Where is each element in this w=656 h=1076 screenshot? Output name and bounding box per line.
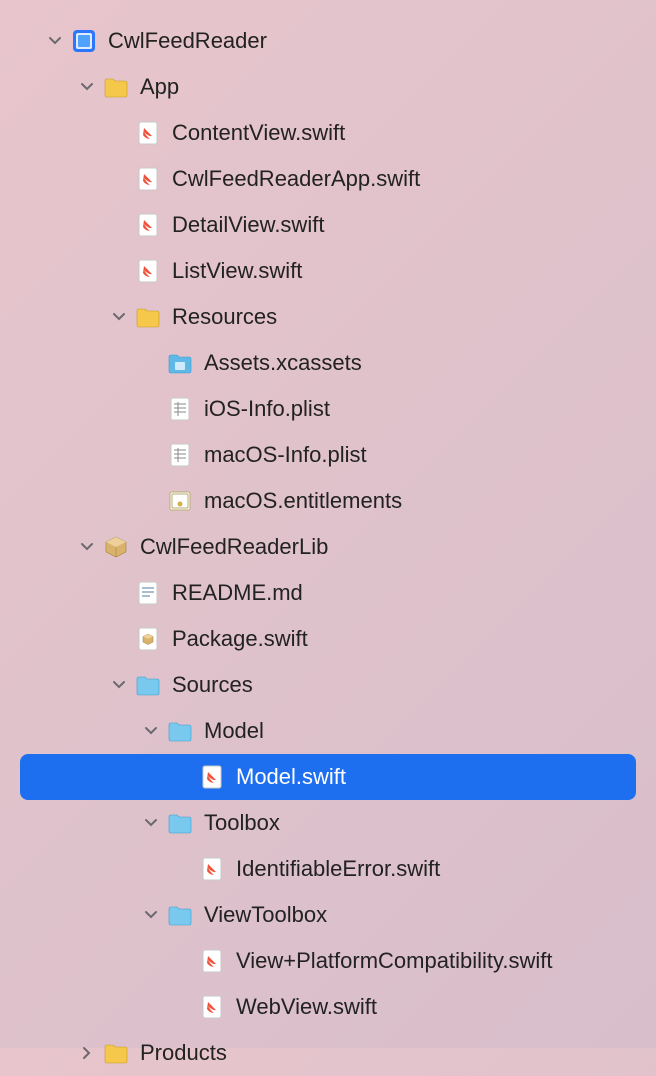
tree-item-label: ViewToolbox bbox=[204, 902, 327, 928]
swift-file-icon bbox=[198, 763, 226, 791]
tree-row-assets[interactable]: Assets.xcassets bbox=[20, 340, 636, 386]
xcode-project-icon bbox=[70, 27, 98, 55]
tree-row-macos-info[interactable]: macOS-Info.plist bbox=[20, 432, 636, 478]
tree-item-label: IdentifiableError.swift bbox=[236, 856, 440, 882]
tree-item-label: macOS-Info.plist bbox=[204, 442, 367, 468]
folder-icon bbox=[166, 809, 194, 837]
tree-row-ios-info[interactable]: iOS-Info.plist bbox=[20, 386, 636, 432]
tree-item-label: ListView.swift bbox=[172, 258, 302, 284]
swift-file-icon bbox=[134, 119, 162, 147]
tree-item-label: View+PlatformCompatibility.swift bbox=[236, 948, 552, 974]
tree-row-webview[interactable]: WebView.swift bbox=[20, 984, 636, 1030]
disclosure-spacer bbox=[174, 860, 192, 878]
tree-item-label: Model.swift bbox=[236, 764, 346, 790]
tree-item-label: CwlFeedReaderLib bbox=[140, 534, 328, 560]
disclosure-spacer bbox=[142, 400, 160, 418]
chevron-down-icon[interactable] bbox=[46, 32, 64, 50]
tree-item-label: Assets.xcassets bbox=[204, 350, 362, 376]
disclosure-spacer bbox=[110, 216, 128, 234]
swift-file-icon bbox=[134, 211, 162, 239]
tree-item-label: Products bbox=[140, 1040, 227, 1066]
entitlements-file-icon bbox=[166, 487, 194, 515]
tree-item-label: iOS-Info.plist bbox=[204, 396, 330, 422]
tree-row-project[interactable]: CwlFeedReader bbox=[20, 18, 636, 64]
tree-item-label: Sources bbox=[172, 672, 253, 698]
disclosure-spacer bbox=[142, 446, 160, 464]
tree-item-label: Package.swift bbox=[172, 626, 308, 652]
swift-file-icon bbox=[134, 165, 162, 193]
tree-row-resources-folder[interactable]: Resources bbox=[20, 294, 636, 340]
tree-item-label: README.md bbox=[172, 580, 303, 606]
disclosure-spacer bbox=[174, 768, 192, 786]
chevron-down-icon[interactable] bbox=[142, 814, 160, 832]
chevron-right-icon[interactable] bbox=[78, 1044, 96, 1062]
chevron-down-icon[interactable] bbox=[110, 308, 128, 326]
tree-row-appfile[interactable]: CwlFeedReaderApp.swift bbox=[20, 156, 636, 202]
tree-item-label: WebView.swift bbox=[236, 994, 377, 1020]
text-file-icon bbox=[134, 579, 162, 607]
folder-icon bbox=[102, 73, 130, 101]
tree-row-readme[interactable]: README.md bbox=[20, 570, 636, 616]
chevron-down-icon[interactable] bbox=[142, 906, 160, 924]
swift-file-icon bbox=[198, 855, 226, 883]
chevron-down-icon[interactable] bbox=[142, 722, 160, 740]
folder-icon bbox=[166, 717, 194, 745]
tree-row-model-folder[interactable]: Model bbox=[20, 708, 636, 754]
disclosure-spacer bbox=[110, 584, 128, 602]
disclosure-spacer bbox=[142, 354, 160, 372]
tree-item-label: DetailView.swift bbox=[172, 212, 324, 238]
swift-package-icon bbox=[102, 533, 130, 561]
swift-file-icon bbox=[198, 993, 226, 1021]
disclosure-spacer bbox=[110, 262, 128, 280]
folder-icon bbox=[166, 901, 194, 929]
disclosure-spacer bbox=[110, 170, 128, 188]
disclosure-spacer bbox=[174, 952, 192, 970]
tree-item-label: macOS.entitlements bbox=[204, 488, 402, 514]
asset-catalog-icon bbox=[166, 349, 194, 377]
disclosure-spacer bbox=[110, 630, 128, 648]
tree-item-label: App bbox=[140, 74, 179, 100]
tree-row-entitlements[interactable]: macOS.entitlements bbox=[20, 478, 636, 524]
tree-row-toolbox-folder[interactable]: Toolbox bbox=[20, 800, 636, 846]
chevron-down-icon[interactable] bbox=[110, 676, 128, 694]
tree-row-sources-folder[interactable]: Sources bbox=[20, 662, 636, 708]
tree-item-label: Toolbox bbox=[204, 810, 280, 836]
tree-row-viewtoolbox-folder[interactable]: ViewToolbox bbox=[20, 892, 636, 938]
project-navigator[interactable]: CwlFeedReader App ContentView.swift CwlFeed… bbox=[0, 18, 656, 1076]
plist-file-icon bbox=[166, 441, 194, 469]
folder-icon bbox=[134, 303, 162, 331]
disclosure-spacer bbox=[110, 124, 128, 142]
tree-row-listview[interactable]: ListView.swift bbox=[20, 248, 636, 294]
chevron-down-icon[interactable] bbox=[78, 538, 96, 556]
disclosure-spacer bbox=[174, 998, 192, 1016]
tree-item-label: Resources bbox=[172, 304, 277, 330]
tree-row-contentview[interactable]: ContentView.swift bbox=[20, 110, 636, 156]
tree-row-lib-package[interactable]: CwlFeedReaderLib bbox=[20, 524, 636, 570]
swift-file-icon bbox=[198, 947, 226, 975]
tree-row-identifiable-error[interactable]: IdentifiableError.swift bbox=[20, 846, 636, 892]
tree-row-model-swift[interactable]: Model.swift bbox=[20, 754, 636, 800]
swift-file-icon bbox=[134, 257, 162, 285]
plist-file-icon bbox=[166, 395, 194, 423]
chevron-down-icon[interactable] bbox=[78, 78, 96, 96]
tree-row-package-swift[interactable]: Package.swift bbox=[20, 616, 636, 662]
tree-row-view-compat[interactable]: View+PlatformCompatibility.swift bbox=[20, 938, 636, 984]
tree-item-label: CwlFeedReader bbox=[108, 28, 267, 54]
tree-row-app-folder[interactable]: App bbox=[20, 64, 636, 110]
disclosure-spacer bbox=[142, 492, 160, 510]
folder-icon bbox=[102, 1039, 130, 1067]
tree-item-label: CwlFeedReaderApp.swift bbox=[172, 166, 420, 192]
tree-row-detailview[interactable]: DetailView.swift bbox=[20, 202, 636, 248]
tree-row-products-folder[interactable]: Products bbox=[20, 1030, 636, 1076]
tree-item-label: Model bbox=[204, 718, 264, 744]
package-swift-icon bbox=[134, 625, 162, 653]
tree-item-label: ContentView.swift bbox=[172, 120, 345, 146]
folder-icon bbox=[134, 671, 162, 699]
